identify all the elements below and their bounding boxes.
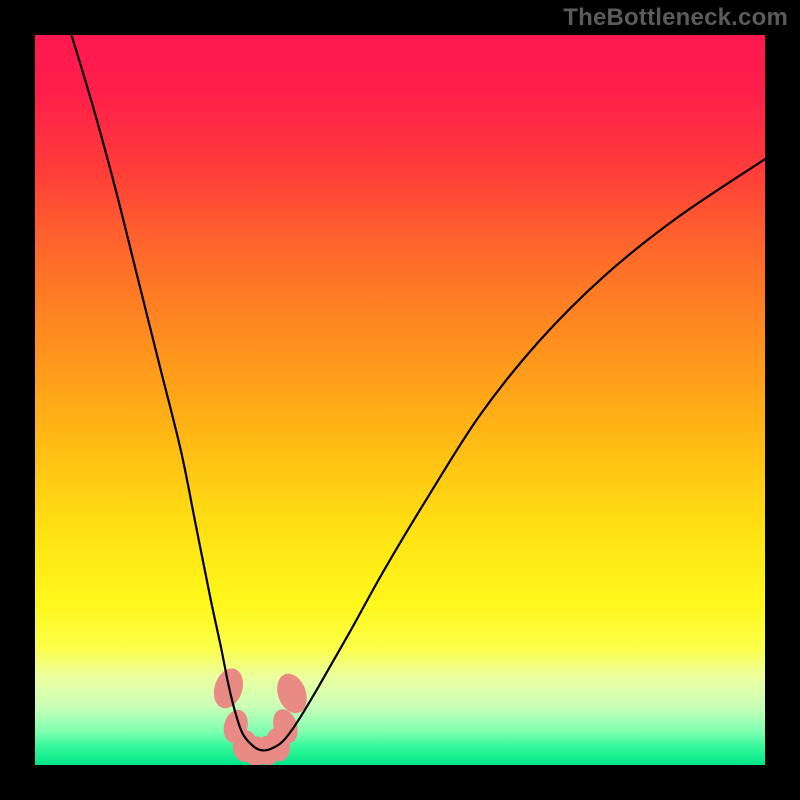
- plot-area: [35, 35, 765, 765]
- bottleneck-curve: [72, 35, 766, 750]
- valley-blob: [272, 670, 312, 718]
- stage: TheBottleneck.com: [0, 0, 800, 800]
- chart-canvas: [35, 35, 765, 765]
- watermark-label: TheBottleneck.com: [563, 4, 788, 32]
